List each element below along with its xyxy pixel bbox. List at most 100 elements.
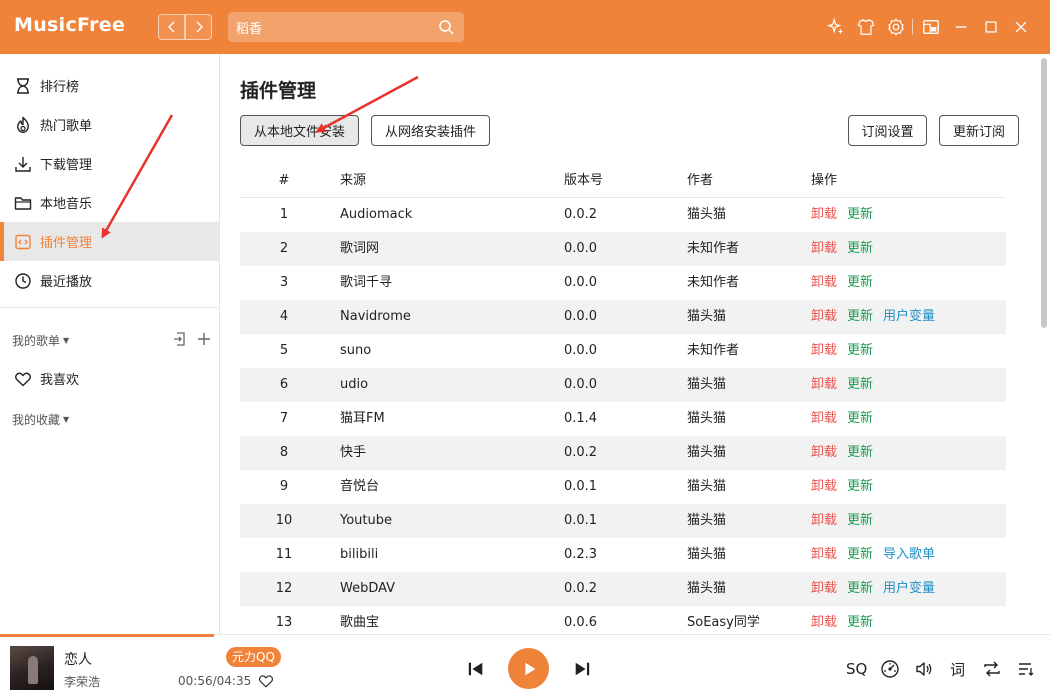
title-bar: MusicFree	[0, 0, 1050, 54]
update-link[interactable]: 更新	[847, 343, 873, 358]
sidebar-item-label: 排行榜	[40, 80, 80, 95]
header-author: 作者	[687, 173, 714, 188]
row-version: 0.1.4	[564, 411, 598, 426]
row-version: 0.0.2	[564, 445, 598, 460]
uninstall-link[interactable]: 卸载	[811, 275, 837, 290]
sidebar-item-favorites[interactable]: 我喜欢	[0, 359, 219, 398]
uninstall-link[interactable]: 卸载	[811, 445, 837, 460]
update-link[interactable]: 更新	[847, 513, 873, 528]
table-row: 9 音悦台 0.0.1 猫头猫 卸载 更新	[240, 470, 1006, 504]
update-link[interactable]: 更新	[847, 581, 873, 596]
update-subscriptions-button[interactable]: 更新订阅	[939, 115, 1019, 146]
header-index: #	[278, 173, 290, 188]
import-playlist-icon[interactable]	[172, 331, 188, 347]
plugin-extra-link[interactable]: 导入歌单	[883, 547, 935, 562]
sidebar-item-hot-playlists[interactable]: 热门歌单	[0, 105, 219, 144]
sidebar-item-label: 下载管理	[40, 158, 93, 173]
uninstall-link[interactable]: 卸载	[811, 615, 837, 630]
heart-icon[interactable]	[258, 673, 274, 689]
sound-effect-icon[interactable]	[880, 658, 900, 680]
row-actions: 卸载 更新	[811, 232, 883, 266]
caret-down-icon: ▼	[63, 415, 70, 424]
maximize-icon[interactable]	[981, 17, 1001, 37]
sidebar-item-label: 最近播放	[40, 275, 93, 290]
plugin-table: # 来源 版本号 作者 操作 1 Audiomack 0.0.2 猫头猫 卸载 更新 2 歌词…	[240, 164, 1006, 640]
shirt-icon[interactable]	[856, 17, 876, 37]
search-box[interactable]	[228, 12, 464, 42]
install-local-button[interactable]: 从本地文件安装	[240, 115, 359, 146]
row-index: 9	[279, 479, 289, 494]
subscribe-settings-button[interactable]: 订阅设置	[848, 115, 927, 146]
search-icon[interactable]	[438, 19, 454, 35]
scrollbar-thumb[interactable]	[1041, 58, 1047, 328]
next-button[interactable]	[572, 659, 592, 679]
uninstall-link[interactable]: 卸载	[811, 411, 837, 426]
row-source: Audiomack	[340, 207, 413, 222]
quality-button[interactable]: SQ	[846, 658, 867, 680]
page-title: 插件管理	[240, 80, 317, 102]
plugin-extra-link[interactable]: 用户变量	[883, 309, 935, 324]
back-button[interactable]	[158, 14, 185, 40]
lyrics-button[interactable]: 词	[950, 658, 965, 680]
sidebar-item-local-music[interactable]: 本地音乐	[0, 183, 219, 222]
update-link[interactable]: 更新	[847, 377, 873, 392]
update-link[interactable]: 更新	[847, 479, 873, 494]
update-link[interactable]: 更新	[847, 411, 873, 426]
update-link[interactable]: 更新	[847, 547, 873, 562]
settings-gear-icon[interactable]	[886, 17, 906, 37]
playback-progress[interactable]	[0, 634, 215, 637]
my-collections-label: 我的收藏	[12, 413, 61, 427]
uninstall-link[interactable]: 卸载	[811, 581, 837, 596]
uninstall-link[interactable]: 卸载	[811, 479, 837, 494]
close-icon[interactable]	[1011, 17, 1031, 37]
repeat-icon[interactable]	[982, 658, 1002, 680]
update-link[interactable]: 更新	[847, 309, 873, 324]
uninstall-link[interactable]: 卸载	[811, 377, 837, 392]
play-icon	[524, 662, 535, 675]
table-row: 12 WebDAV 0.0.2 猫头猫 卸载 更新 用户变量	[240, 572, 1006, 606]
skin-sparkle-icon[interactable]	[826, 17, 846, 37]
uninstall-link[interactable]: 卸载	[811, 547, 837, 562]
plugin-extra-link[interactable]: 用户变量	[883, 581, 935, 596]
hourglass-icon	[17, 77, 29, 94]
header-source: 来源	[340, 173, 367, 188]
row-index: 3	[279, 275, 289, 290]
row-index: 5	[279, 343, 289, 358]
uninstall-link[interactable]: 卸载	[811, 513, 837, 528]
album-cover[interactable]	[10, 646, 54, 690]
update-link[interactable]: 更新	[847, 445, 873, 460]
add-playlist-icon[interactable]	[196, 331, 212, 347]
install-network-button[interactable]: 从网络安装插件	[371, 115, 490, 146]
table-row: 5 suno 0.0.0 未知作者 卸载 更新	[240, 334, 1006, 368]
row-source: Navidrome	[340, 309, 411, 324]
sidebar-item-ranking[interactable]: 排行榜	[0, 66, 219, 105]
playlist-queue-icon[interactable]	[1016, 658, 1036, 680]
row-version: 0.0.1	[564, 479, 598, 494]
uninstall-link[interactable]: 卸载	[811, 309, 837, 324]
sidebar-item-plugins[interactable]: 插件管理	[0, 222, 219, 261]
minimize-icon[interactable]	[951, 17, 971, 37]
my-collections-toggle[interactable]: 我的收藏 ▼	[12, 411, 69, 428]
update-link[interactable]: 更新	[847, 615, 873, 630]
search-input[interactable]	[236, 17, 426, 37]
update-link[interactable]: 更新	[847, 275, 873, 290]
row-actions: 卸载 更新	[811, 402, 883, 436]
my-playlists-toggle[interactable]: 我的歌单 ▼	[12, 332, 69, 349]
previous-button[interactable]	[466, 659, 486, 679]
mini-mode-icon[interactable]	[921, 17, 941, 37]
row-author: 猫头猫	[687, 207, 727, 222]
uninstall-link[interactable]: 卸载	[811, 207, 837, 222]
uninstall-link[interactable]: 卸载	[811, 343, 837, 358]
table-body: 1 Audiomack 0.0.2 猫头猫 卸载 更新 2 歌词网 0.0.0 未知作者 卸载 更新 3…	[240, 198, 1006, 640]
header-actions: 操作	[811, 173, 838, 188]
update-link[interactable]: 更新	[847, 207, 873, 222]
play-button[interactable]	[508, 648, 549, 689]
sidebar-item-label: 热门歌单	[40, 119, 93, 134]
row-author: 猫头猫	[687, 513, 727, 528]
sidebar-item-recent[interactable]: 最近播放	[0, 261, 219, 300]
volume-icon[interactable]	[914, 658, 934, 680]
sidebar-item-downloads[interactable]: 下载管理	[0, 144, 219, 183]
forward-button[interactable]	[185, 14, 212, 40]
update-link[interactable]: 更新	[847, 241, 873, 256]
uninstall-link[interactable]: 卸载	[811, 241, 837, 256]
